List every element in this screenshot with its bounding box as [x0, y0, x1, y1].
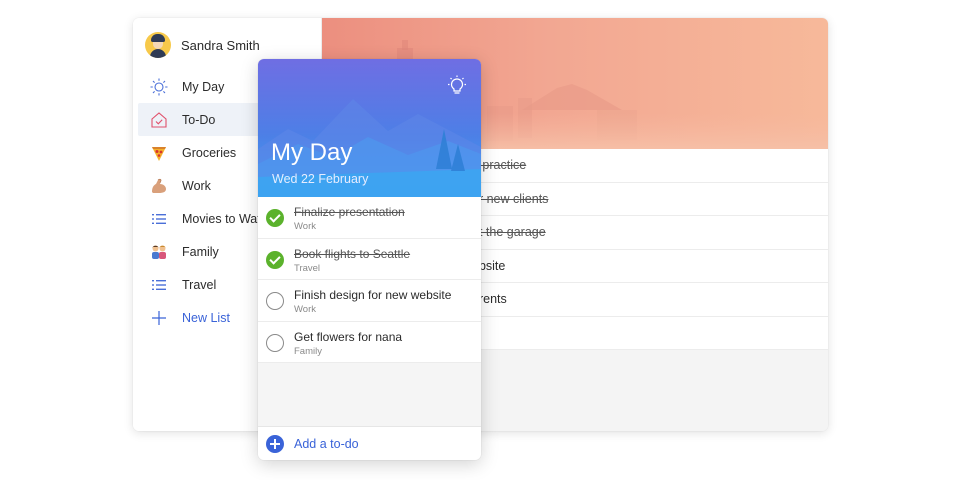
flexed-arm-icon — [150, 177, 168, 195]
sidebar-item-label: Groceries — [182, 145, 237, 160]
my-day-card: My Day Wed 22 February Finalize presenta… — [258, 59, 481, 460]
new-list-label: New List — [182, 310, 230, 325]
suggestions-lightbulb-icon[interactable] — [446, 75, 468, 97]
task-list-name: Work — [294, 221, 316, 232]
sidebar-item-label: My Day — [182, 79, 225, 94]
avatar — [145, 32, 171, 58]
task-list-name: Work — [294, 304, 316, 315]
home-icon — [150, 111, 168, 129]
list-item[interactable]: Finalize presentation Work — [258, 197, 481, 239]
pizza-icon — [150, 144, 168, 162]
list-item[interactable]: Get flowers for nana Family — [258, 321, 481, 363]
add-todo-button[interactable]: Add a to-do — [258, 426, 481, 460]
page-title: My Day — [271, 139, 353, 166]
task-title: Get flowers for nana — [294, 329, 403, 344]
user-profile[interactable]: Sandra Smith — [145, 31, 260, 59]
task-title: at the garage — [472, 225, 546, 240]
user-name: Sandra Smith — [181, 37, 260, 53]
task-title: or new clients — [472, 191, 549, 206]
list-item[interactable]: Book flights to Seattle Travel — [258, 238, 481, 280]
task-title: Finish design for new website — [294, 288, 452, 302]
task-checkbox[interactable] — [266, 292, 284, 310]
list-item[interactable]: Finish design for new website Work — [258, 280, 481, 322]
sidebar-item-label: To-Do — [182, 112, 216, 127]
add-circle-icon — [266, 434, 284, 453]
list-icon — [150, 276, 168, 294]
sidebar-item-label: Movies to Wat — [182, 211, 261, 226]
sun-icon — [150, 78, 168, 96]
task-title: Finalize presentation — [294, 205, 405, 219]
completed-checkbox[interactable] — [266, 250, 284, 269]
task-list-name: Family — [294, 345, 322, 357]
my-day-header: My Day Wed 22 February — [258, 59, 481, 197]
my-day-task-list: Finalize presentation Work Book flights … — [258, 197, 481, 363]
task-checkbox[interactable] — [266, 333, 284, 352]
add-todo-label: Add a to-do — [294, 436, 359, 451]
completed-checkbox[interactable] — [266, 209, 284, 227]
sidebar-item-label: Work — [182, 178, 211, 193]
date-label: Wed 22 February — [272, 172, 369, 186]
family-icon — [150, 243, 168, 261]
sidebar-item-label: Family — [182, 244, 219, 259]
plus-icon — [150, 309, 168, 327]
sidebar-item-label: Travel — [182, 277, 217, 292]
task-title: Book flights to Seattle — [294, 246, 411, 261]
task-list-name: Travel — [294, 262, 321, 274]
list-icon — [150, 210, 168, 228]
